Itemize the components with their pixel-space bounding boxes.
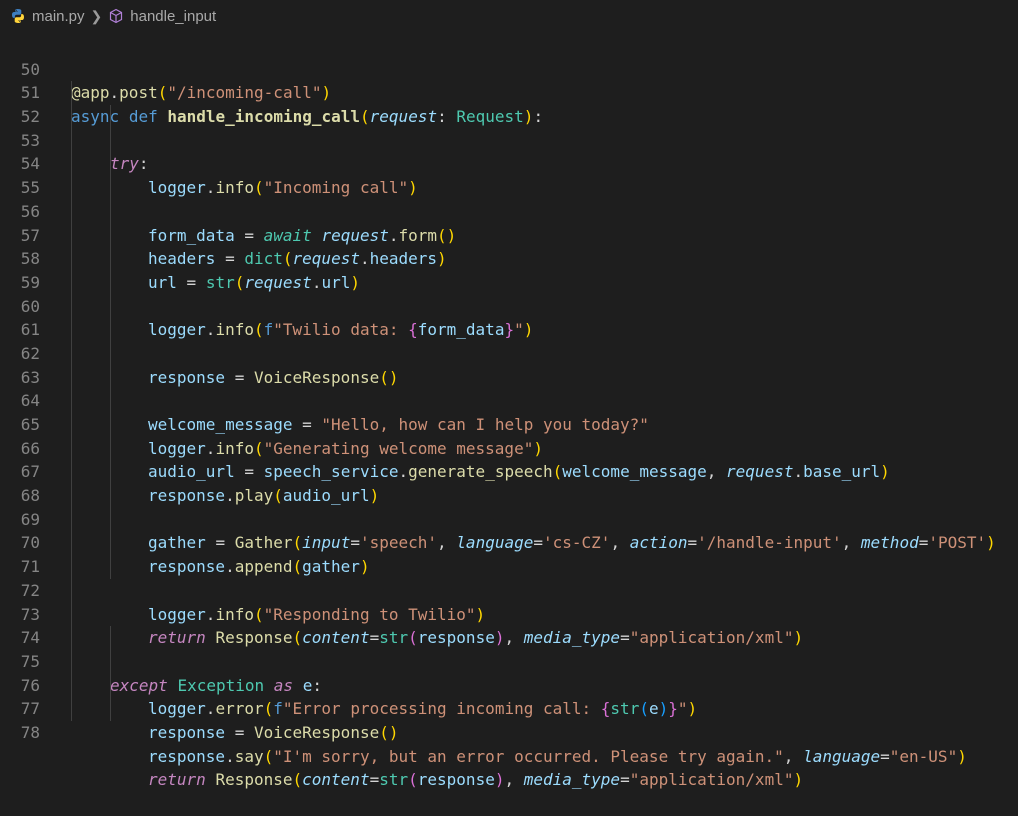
breadcrumb-symbol[interactable]: handle_input (108, 8, 216, 25)
code-line[interactable]: 77 response.say("I'm sorry, but an error… (0, 673, 1018, 766)
code-line[interactable]: 55 form_data = await request.form() (0, 152, 1018, 245)
code-line[interactable]: 60 (0, 270, 1018, 316)
code-line[interactable]: 76 response = VoiceResponse() (0, 649, 1018, 742)
code-line[interactable]: 73 (0, 578, 1018, 624)
code-line[interactable]: 66 response.play(audio_url) (0, 413, 1018, 505)
code-line[interactable]: 58 (0, 223, 1018, 268)
code-line[interactable]: 68 gather = Gather(input='speech', langu… (0, 460, 1018, 552)
line-number: 78 (20, 722, 40, 742)
code-line[interactable]: 51 async def handle_incoming_call(reques… (0, 58, 1018, 126)
method-cube-icon (110, 8, 123, 24)
code-line[interactable]: 52 try: (0, 81, 1018, 173)
code-line[interactable]: 57 url = str(request.url) (0, 199, 1018, 292)
code-line[interactable]: 62 (0, 318, 1018, 363)
breadcrumb-symbol-label: handle_input (130, 7, 217, 25)
code-line[interactable]: 63 welcome_message = "Hello, how can I h… (0, 341, 1018, 434)
code-line[interactable]: 71 logger.info("Responding to Twilio") (0, 531, 1018, 624)
python-file-icon (12, 9, 24, 23)
code-line[interactable]: 59 logger.info(f"Twilio data: {form_data… (0, 247, 1018, 339)
code-line[interactable]: 50 @app.post("/incoming-call") (0, 34, 1018, 103)
code-line[interactable]: 54 (0, 128, 1018, 173)
code-line[interactable]: 61 response = VoiceResponse() (0, 294, 1018, 387)
code-line[interactable]: 78 return Response(content=str(response)… (0, 697, 1018, 789)
code-line[interactable]: 53 logger.info("Incoming call") (0, 105, 1018, 197)
code-line[interactable]: 72 return Response(content=str(response)… (0, 555, 1018, 647)
code-editor[interactable]: 50 @app.post("/incoming-call") 51 async … (0, 34, 1018, 790)
code-line[interactable]: 65 audio_url = speech_service.generate_s… (0, 389, 1018, 481)
code-line[interactable]: 67 (0, 436, 1018, 481)
code-line[interactable]: 74 except Exception as e: (0, 602, 1018, 695)
chevron-right-icon: ❯ (90, 7, 103, 24)
line-code: response.say("I'm sorry, but an error oc… (148, 746, 967, 766)
breadcrumb: main.py ❯ handle_input (0, 0, 1018, 32)
line-code: return Response(content=str(response), m… (148, 770, 804, 790)
breadcrumb-file[interactable]: main.py (10, 8, 85, 25)
code-line[interactable]: 64 logger.info("Generating welcome messa… (0, 365, 1018, 458)
code-line[interactable]: 70 (0, 507, 1018, 552)
breadcrumb-file-label: main.py (32, 7, 85, 25)
code-line[interactable]: 56 headers = dict(request.headers) (0, 176, 1018, 268)
line-code: response = VoiceResponse() (148, 722, 399, 742)
code-line[interactable]: 75 logger.error(f"Error processing incom… (0, 626, 1018, 718)
code-line[interactable]: 69 response.append(gather) (0, 484, 1018, 576)
